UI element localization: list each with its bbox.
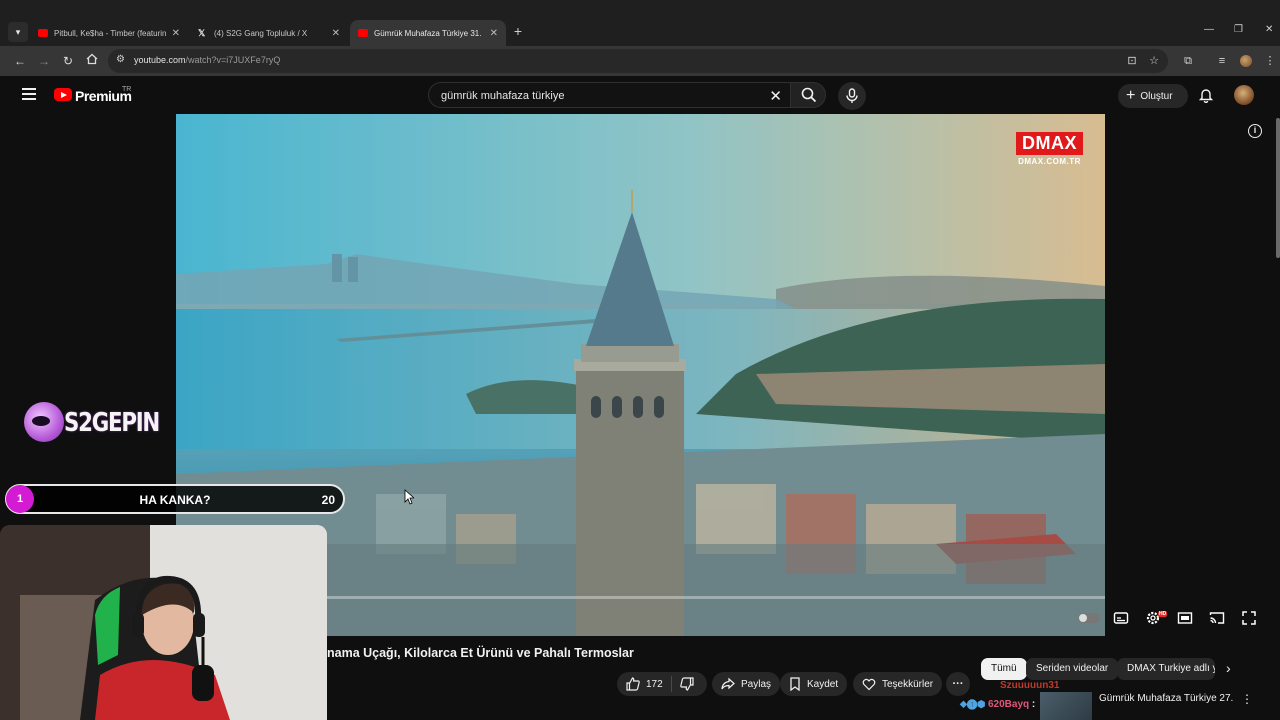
chevron-right-icon[interactable]: › bbox=[1226, 660, 1231, 676]
poll-count: 20 bbox=[321, 493, 335, 507]
autoplay-toggle[interactable] bbox=[1078, 613, 1100, 623]
recommended-thumbnail[interactable] bbox=[1040, 692, 1092, 720]
search-query: gümrük muhafaza türkiye bbox=[441, 90, 565, 102]
youtube-icon bbox=[358, 29, 368, 37]
chat-message: Szuuuuun31 bbox=[1000, 680, 1059, 691]
hd-badge: HD bbox=[1158, 611, 1168, 617]
menu-kebab-icon[interactable]: ⋮ bbox=[1262, 53, 1278, 69]
page-scrollbar[interactable] bbox=[1276, 118, 1280, 258]
chat-message-text: : bbox=[1031, 699, 1036, 710]
like-count[interactable]: 172 bbox=[646, 679, 663, 690]
back-arrow-icon[interactable]: ← bbox=[12, 53, 28, 69]
super-thanks-icon bbox=[862, 678, 876, 691]
chat-badges-icon: ⬥❶⬢ bbox=[960, 699, 986, 710]
account-avatar[interactable] bbox=[1234, 85, 1254, 105]
address-bar[interactable]: ⚙ youtube.com/watch?v=i7JUXFe7ryQ bbox=[108, 49, 1168, 73]
chat-user: 620Bayq bbox=[987, 699, 1030, 710]
tab-title: (4) S2G Gang Topluluk / X bbox=[214, 28, 308, 38]
recommended-title[interactable]: Gümrük Muhafaza Türkiye 27. bbox=[1099, 693, 1233, 704]
close-window-button[interactable]: ✕ bbox=[1265, 24, 1273, 35]
reload-icon[interactable]: ↻ bbox=[60, 53, 76, 69]
tab-close-icon[interactable]: ✕ bbox=[172, 28, 180, 39]
create-label: Oluştur bbox=[1140, 90, 1173, 102]
subtitles-icon[interactable] bbox=[1113, 610, 1129, 626]
restore-button[interactable]: ❐ bbox=[1234, 24, 1243, 35]
tab-title: Pitbull, Ke$ha - Timber (featurin bbox=[54, 28, 166, 38]
browser-tab-timber[interactable]: Pitbull, Ke$ha - Timber (featurin ✕ bbox=[30, 20, 188, 46]
chip-all[interactable]: Tümü bbox=[981, 658, 1027, 680]
plus-icon: + bbox=[1126, 87, 1136, 104]
streamer-webcam bbox=[0, 525, 327, 720]
thumbs-up-icon[interactable] bbox=[626, 677, 640, 691]
tab-title: Gümrük Muhafaza Türkiye 31. B bbox=[374, 28, 484, 38]
search-button[interactable] bbox=[790, 82, 826, 108]
share-icon bbox=[721, 677, 735, 690]
browser-tab-gumruk[interactable]: Gümrük Muhafaza Türkiye 31. B ✕ bbox=[350, 20, 506, 46]
poll-bar: 1 HA KANKA? 20 bbox=[5, 484, 345, 514]
youtube-logo-icon[interactable] bbox=[54, 88, 72, 101]
fullscreen-icon[interactable] bbox=[1241, 610, 1257, 626]
browser-tab-x[interactable]: 𝕏 (4) S2G Gang Topluluk / X ✕ bbox=[190, 20, 348, 46]
tab-close-icon[interactable]: ✕ bbox=[490, 28, 498, 39]
menu-hamburger-icon[interactable] bbox=[22, 88, 36, 100]
cast-icon[interactable] bbox=[1209, 610, 1225, 626]
media-controls-icon[interactable]: ≡ bbox=[1214, 53, 1230, 69]
url-text: youtube.com/watch?v=i7JUXFe7ryQ bbox=[134, 55, 281, 65]
share-label: Paylaş bbox=[741, 678, 772, 690]
dmax-watermark: DMAX DMAX.COM.TR bbox=[1016, 132, 1083, 166]
bookmark-star-icon[interactable]: ☆ bbox=[1146, 53, 1162, 69]
forward-arrow-icon[interactable]: → bbox=[36, 53, 52, 69]
mouse-cursor-icon bbox=[404, 489, 414, 505]
notifications-bell-icon[interactable] bbox=[1198, 87, 1214, 103]
new-tab-button[interactable]: + bbox=[510, 23, 526, 39]
search-input[interactable]: gümrük muhafaza türkiye ✕ bbox=[428, 82, 790, 108]
voice-search-button[interactable] bbox=[838, 82, 866, 110]
webcam-feed bbox=[0, 525, 327, 720]
minimize-button[interactable]: — bbox=[1204, 24, 1214, 35]
home-icon[interactable] bbox=[84, 53, 100, 69]
create-button[interactable]: + Oluştur bbox=[1118, 84, 1188, 108]
s2gepin-logo: S2GEPIN bbox=[24, 400, 160, 448]
video-title: nama Uçağı, Kilolarca Et Ürünü ve Pahalı… bbox=[327, 646, 634, 660]
youtube-header: Premium TR gümrük muhafaza türkiye ✕ + O… bbox=[0, 76, 1280, 114]
info-icon[interactable]: i bbox=[1248, 124, 1262, 138]
save-button[interactable]: Kaydet bbox=[780, 672, 848, 696]
bookmark-icon bbox=[790, 677, 800, 691]
clear-search-icon[interactable]: ✕ bbox=[769, 87, 782, 105]
chip-channel[interactable]: DMAX Turkiye adlı y bbox=[1117, 658, 1215, 680]
browser-toolbar: ← → ↻ ⚙ youtube.com/watch?v=i7JUXFe7ryQ … bbox=[0, 46, 1280, 76]
profile-avatar[interactable] bbox=[1240, 55, 1252, 67]
more-actions-button[interactable]: ··· bbox=[946, 672, 970, 696]
like-dislike-group: 172 bbox=[617, 672, 707, 696]
browser-tab-bar: ▾ Pitbull, Ke$ha - Timber (featurin ✕ 𝕏 … bbox=[0, 0, 1280, 46]
poll-text: HA KANKA? bbox=[139, 493, 211, 507]
extensions-icon[interactable]: ⧉ bbox=[1180, 53, 1196, 69]
thanks-label: Teşekkürler bbox=[882, 678, 934, 690]
share-button[interactable]: Paylaş bbox=[712, 672, 781, 696]
youtube-icon bbox=[38, 29, 48, 37]
chat-user: Szuuuuun31 bbox=[1000, 680, 1060, 691]
tab-search-button[interactable]: ▾ bbox=[8, 22, 28, 42]
search-icon bbox=[801, 87, 817, 103]
miniplayer-icon[interactable] bbox=[1177, 610, 1193, 626]
thanks-button[interactable]: Teşekkürler bbox=[853, 672, 943, 696]
tab-close-icon[interactable]: ✕ bbox=[332, 28, 340, 39]
save-label: Kaydet bbox=[807, 678, 839, 690]
recommended-menu-icon[interactable]: ⋮ bbox=[1241, 692, 1253, 706]
x-icon: 𝕏 bbox=[198, 27, 206, 38]
install-app-icon[interactable]: ⊡ bbox=[1124, 53, 1140, 69]
microphone-icon bbox=[846, 88, 858, 103]
chat-message: ⬥❶⬢ 620Bayq : bbox=[960, 699, 1035, 710]
country-code: TR bbox=[122, 86, 132, 93]
site-info-icon[interactable]: ⚙ bbox=[116, 54, 125, 65]
thumbs-down-icon[interactable] bbox=[679, 677, 694, 691]
brand-mascot-icon bbox=[24, 402, 64, 442]
chip-series[interactable]: Seriden videolar bbox=[1026, 658, 1119, 680]
